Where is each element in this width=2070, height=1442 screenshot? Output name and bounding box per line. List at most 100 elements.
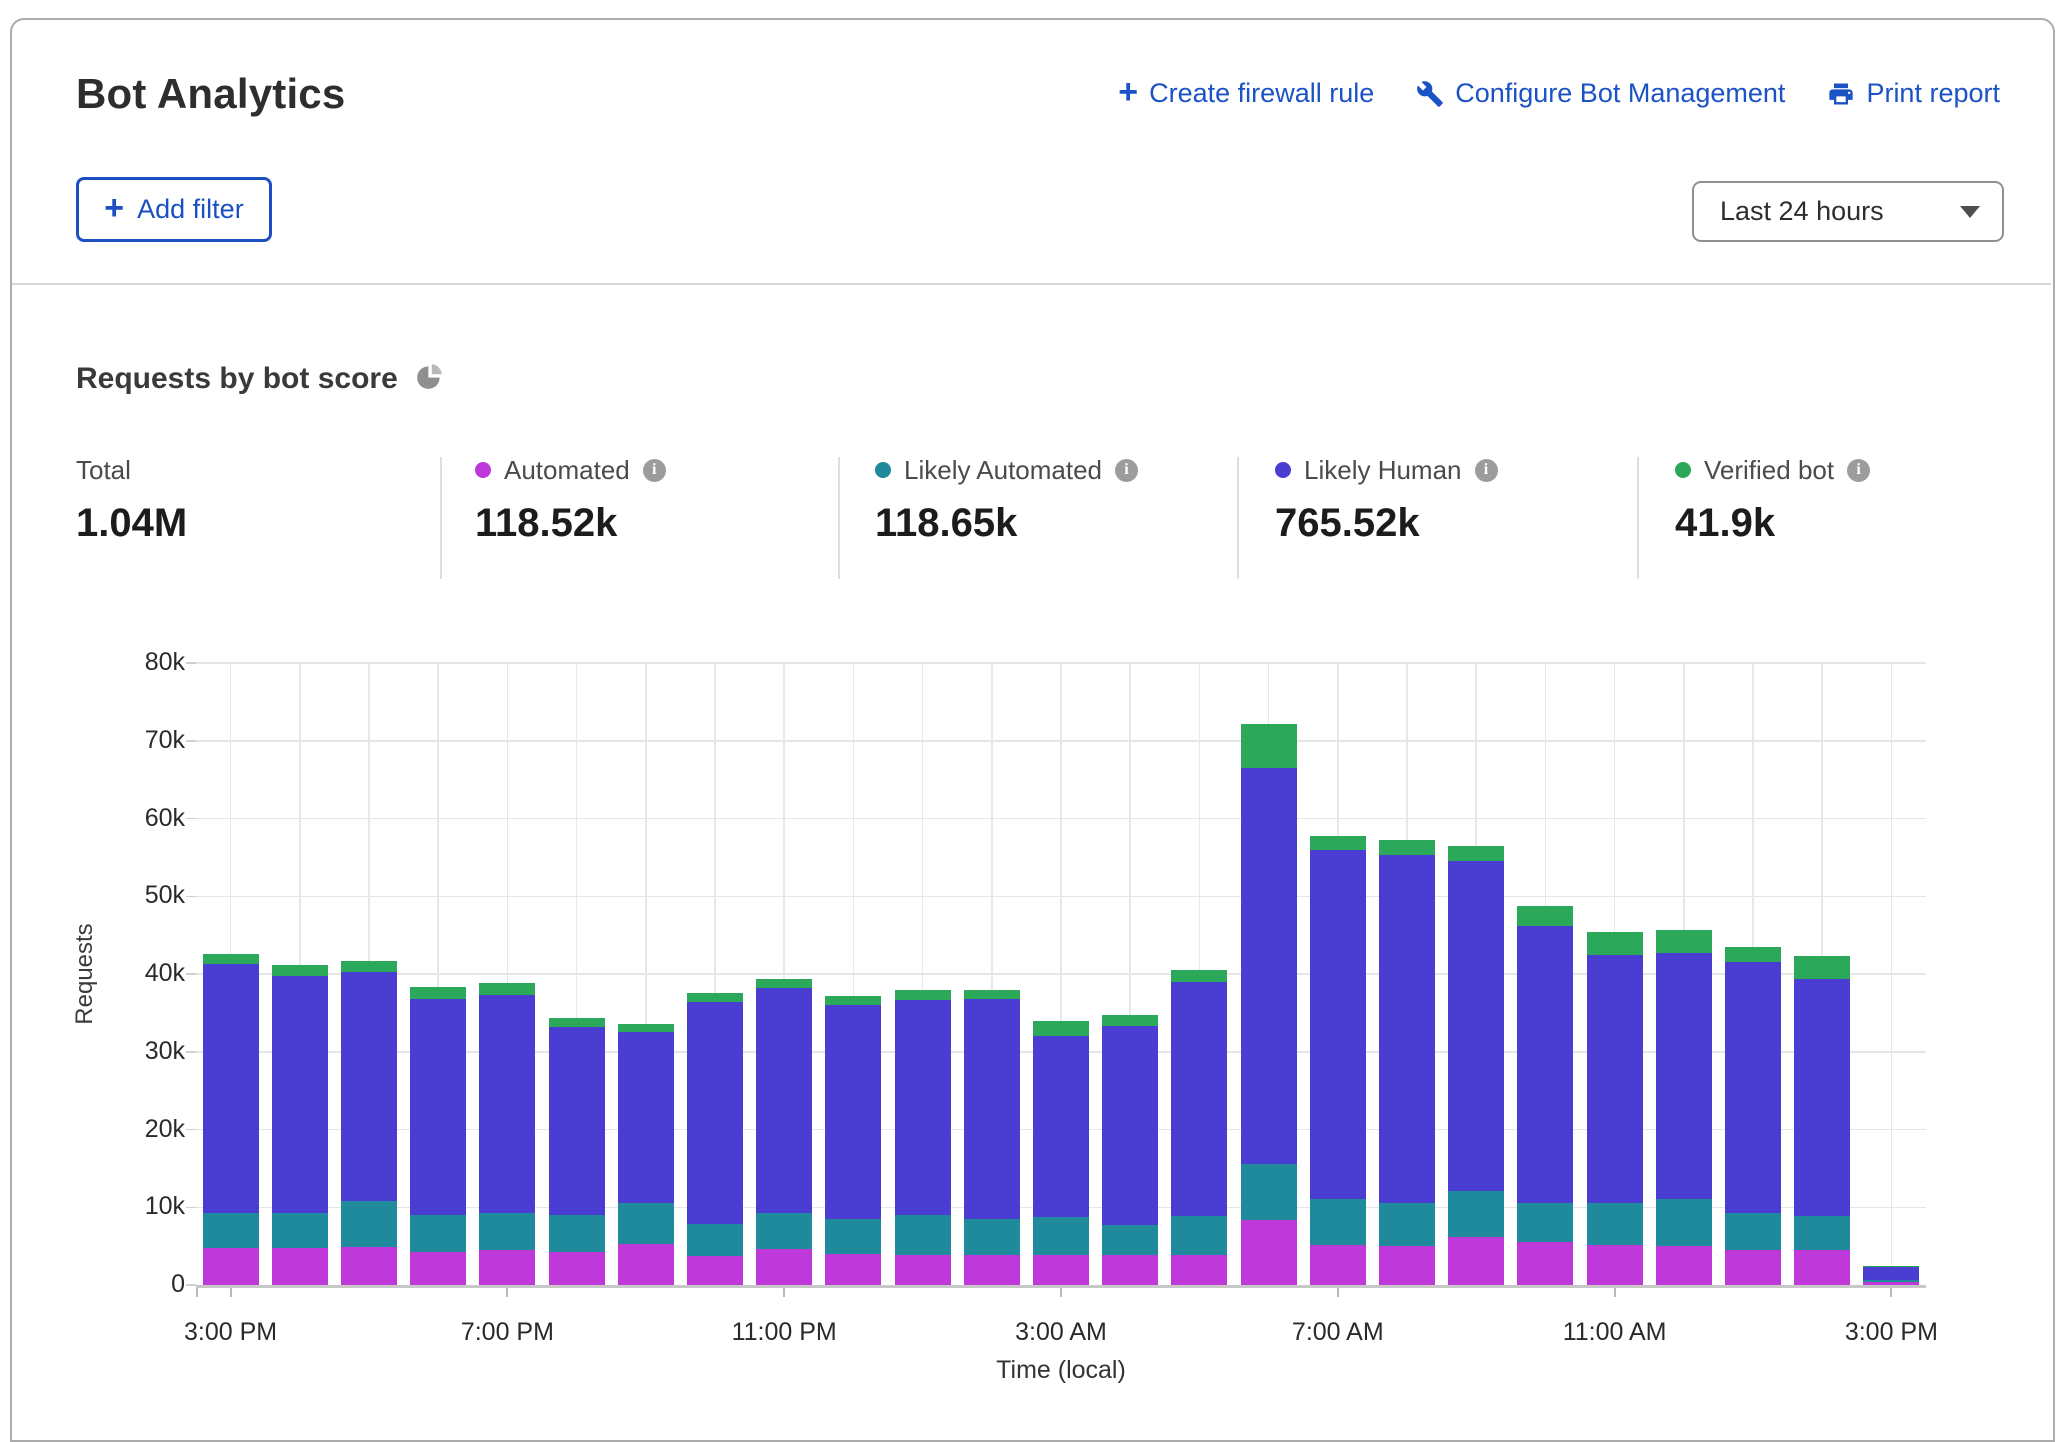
bar-segment-likely-human[interactable] [1379,855,1435,1203]
bar-segment-likely-human[interactable] [1448,861,1504,1191]
bar-segment-verified-bot[interactable] [618,1024,674,1032]
bar-segment-likely-automated[interactable] [203,1213,259,1247]
bar-segment-likely-automated[interactable] [825,1219,881,1254]
bar-segment-likely-human[interactable] [1794,979,1850,1215]
bar-segment-verified-bot[interactable] [272,965,328,975]
bar-segment-likely-automated[interactable] [1102,1225,1158,1255]
bar-segment-verified-bot[interactable] [1310,836,1366,849]
bar-segment-automated[interactable] [341,1247,397,1285]
bar-segment-verified-bot[interactable] [1517,906,1573,925]
bar-segment-verified-bot[interactable] [1102,1015,1158,1026]
bar-segment-likely-automated[interactable] [1656,1199,1712,1246]
bar-segment-verified-bot[interactable] [825,996,881,1005]
bar-segment-verified-bot[interactable] [549,1018,605,1027]
info-icon[interactable]: i [1475,459,1498,482]
bar-segment-automated[interactable] [272,1248,328,1285]
bar-segment-verified-bot[interactable] [410,987,466,999]
bar-segment-likely-automated[interactable] [549,1215,605,1252]
bar-segment-likely-automated[interactable] [1033,1217,1089,1255]
bar-segment-automated[interactable] [1794,1250,1850,1285]
bar-segment-likely-automated[interactable] [1379,1203,1435,1246]
bar-segment-automated[interactable] [825,1254,881,1285]
bar-segment-verified-bot[interactable] [964,990,1020,999]
bar-segment-likely-automated[interactable] [1794,1216,1850,1250]
bar-segment-automated[interactable] [1656,1246,1712,1285]
bar-segment-automated[interactable] [618,1244,674,1285]
bar-segment-likely-human[interactable] [964,999,1020,1219]
info-icon[interactable]: i [1115,459,1138,482]
bar-segment-likely-human[interactable] [618,1032,674,1204]
bar-segment-verified-bot[interactable] [1794,956,1850,979]
bar-segment-likely-automated[interactable] [1725,1213,1781,1250]
bar-segment-likely-human[interactable] [1033,1036,1089,1217]
bar-segment-likely-human[interactable] [1587,955,1643,1202]
bar-segment-automated[interactable] [895,1255,951,1285]
bar-segment-automated[interactable] [756,1249,812,1285]
bar-segment-automated[interactable] [203,1248,259,1285]
bar-segment-automated[interactable] [1033,1255,1089,1285]
bar-segment-verified-bot[interactable] [1725,947,1781,963]
bar-segment-likely-human[interactable] [549,1027,605,1215]
bar-segment-verified-bot[interactable] [1379,840,1435,855]
info-icon[interactable]: i [1847,459,1870,482]
bar-segment-likely-automated[interactable] [1241,1164,1297,1220]
bar-segment-likely-automated[interactable] [1517,1203,1573,1242]
bar-segment-automated[interactable] [1379,1246,1435,1285]
print-report-link[interactable]: Print report [1827,78,2000,109]
bar-segment-verified-bot[interactable] [1241,724,1297,768]
bar-segment-automated[interactable] [1448,1237,1504,1285]
bar-segment-verified-bot[interactable] [687,993,743,1002]
bar-segment-likely-automated[interactable] [1863,1280,1919,1283]
bar-segment-likely-automated[interactable] [618,1203,674,1243]
bar-segment-likely-automated[interactable] [410,1215,466,1252]
bar-segment-verified-bot[interactable] [1863,1266,1919,1267]
bar-segment-verified-bot[interactable] [895,990,951,999]
bar-segment-verified-bot[interactable] [479,983,535,995]
bar-segment-verified-bot[interactable] [1656,930,1712,953]
info-icon[interactable]: i [643,459,666,482]
bar-segment-automated[interactable] [549,1252,605,1285]
bar-segment-likely-automated[interactable] [1587,1203,1643,1245]
time-range-select[interactable]: Last 24 hours [1692,181,2004,242]
bar-segment-automated[interactable] [1171,1255,1227,1285]
bar-segment-automated[interactable] [1517,1242,1573,1285]
bar-segment-likely-human[interactable] [687,1002,743,1224]
bar-segment-automated[interactable] [410,1252,466,1285]
bar-segment-verified-bot[interactable] [1033,1021,1089,1037]
bar-segment-automated[interactable] [687,1256,743,1285]
bar-segment-likely-human[interactable] [341,972,397,1201]
add-filter-button[interactable]: + Add filter [76,177,272,242]
bar-segment-automated[interactable] [964,1255,1020,1285]
bar-segment-likely-human[interactable] [1310,850,1366,1200]
bar-segment-automated[interactable] [479,1250,535,1285]
bar-segment-automated[interactable] [1241,1220,1297,1285]
create-firewall-rule-link[interactable]: + Create firewall rule [1118,78,1374,109]
bar-segment-likely-human[interactable] [756,988,812,1213]
bar-segment-likely-automated[interactable] [756,1213,812,1250]
bar-segment-automated[interactable] [1725,1250,1781,1285]
bar-segment-likely-human[interactable] [479,995,535,1213]
bar-segment-likely-human[interactable] [1656,953,1712,1199]
bar-segment-verified-bot[interactable] [341,961,397,973]
bar-segment-automated[interactable] [1102,1255,1158,1285]
bar-segment-likely-human[interactable] [203,964,259,1214]
bar-segment-likely-automated[interactable] [687,1224,743,1257]
bar-segment-verified-bot[interactable] [1448,846,1504,862]
bar-segment-likely-automated[interactable] [1448,1191,1504,1237]
bar-segment-likely-human[interactable] [1102,1026,1158,1225]
bar-segment-verified-bot[interactable] [1587,932,1643,955]
bar-segment-likely-automated[interactable] [1171,1216,1227,1255]
bar-segment-automated[interactable] [1310,1245,1366,1285]
bar-segment-verified-bot[interactable] [203,954,259,964]
bar-segment-likely-automated[interactable] [964,1219,1020,1255]
bar-segment-likely-human[interactable] [410,999,466,1215]
bar-segment-likely-automated[interactable] [479,1213,535,1250]
bar-segment-likely-automated[interactable] [272,1213,328,1248]
configure-bot-management-link[interactable]: Configure Bot Management [1416,78,1785,109]
bar-segment-likely-human[interactable] [1863,1267,1919,1279]
bar-segment-verified-bot[interactable] [1171,970,1227,982]
bar-segment-likely-automated[interactable] [341,1201,397,1247]
bar-segment-likely-human[interactable] [825,1005,881,1219]
bar-segment-likely-human[interactable] [895,1000,951,1215]
bar-segment-likely-human[interactable] [1725,962,1781,1213]
